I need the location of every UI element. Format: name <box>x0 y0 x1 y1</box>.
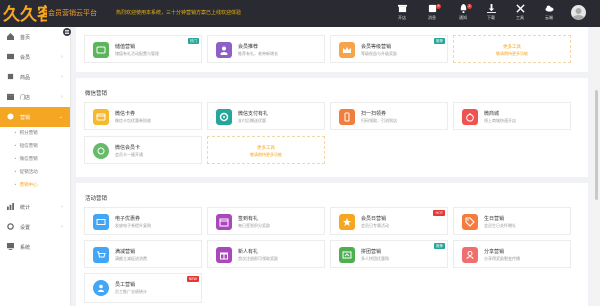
card-wechat-member-card[interactable]: 微信会员卡 会员卡一键开通 <box>84 136 202 164</box>
member-icon <box>7 53 14 60</box>
new-tag: NEW <box>186 276 199 282</box>
crown-icon <box>343 47 351 53</box>
message-badge: 9 <box>436 4 441 9</box>
card-more-tools-wechat[interactable]: 更多工具 敬请期待更多功能 <box>207 136 325 164</box>
stats-icon <box>7 203 14 210</box>
sidebar: 首页 会员 › 商品 › 门店 › 营销 ⌄ 积分营销 短信营销 微信营销 促销… <box>0 27 71 306</box>
chevron-right-icon: › <box>61 54 63 60</box>
sidebar-subitem-points[interactable]: 积分营销 <box>14 130 38 136</box>
settings-icon <box>7 223 14 230</box>
card-full-reduction[interactable]: 满减营销 满额立减促进消费 <box>84 240 202 268</box>
chevron-down-icon: ⌄ <box>58 114 63 120</box>
header-download-button[interactable]: 下载 <box>481 4 501 24</box>
staff-icon <box>98 284 104 292</box>
sidebar-item-shop[interactable]: 门店 › <box>0 87 70 107</box>
home-icon <box>7 33 14 40</box>
card-staff-marketing[interactable]: 员工营销 员工推广业绩统计 NEW <box>84 273 202 303</box>
gear-icon <box>219 112 229 122</box>
top-header: 久久客 会员营销云平台 热烈欢迎使用本系统，三十分钟营销方案已上线欢迎体验 开店… <box>0 0 600 27</box>
notice-marquee[interactable]: 热烈欢迎使用本系统，三十分钟营销方案已上线欢迎体验 <box>116 9 241 16</box>
card-stored-value[interactable]: 储值营销 储值有礼活动配置与管理 热门 <box>84 35 202 63</box>
marketing-icon <box>7 113 14 120</box>
card-level-marketing[interactable]: 会员等级营销 等级权益与升级奖励 推荐 <box>330 35 448 63</box>
goods-icon <box>7 73 14 80</box>
card-scan-coupon[interactable]: 扫一扫领券 扫码领取，引流到店 <box>330 102 448 130</box>
menu-icon <box>65 30 69 34</box>
system-icon <box>7 243 14 250</box>
panel-wechat-marketing: 微信营销 微信卡券 微信卡包优惠券投放 微信支付有礼 支付后赠送优惠 扫一扫领券… <box>76 78 588 177</box>
tools-icon <box>515 4 525 13</box>
notify-badge: 2 <box>467 4 472 9</box>
card-referral[interactable]: 会员推荐 推荐有礼，老带新增长 <box>207 35 325 63</box>
header-tools-button[interactable]: 工具 <box>510 4 530 24</box>
card-share-marketing[interactable]: 分享营销 分享得奖励裂变传播 <box>453 240 571 268</box>
recommend-tag: 推荐 <box>434 38 445 44</box>
sidebar-item-member[interactable]: 会员 › <box>0 47 70 67</box>
card-member-day[interactable]: 会员日营销 会员日专属活动 HOT <box>330 207 448 235</box>
section-title-activity: 活动营销 <box>85 196 108 202</box>
user-plus-icon <box>220 46 228 55</box>
card-icon <box>96 113 106 121</box>
chevron-right-icon: › <box>61 94 63 100</box>
store-icon <box>397 4 407 13</box>
phone-icon <box>344 112 350 122</box>
panel-activity-marketing: 活动营销 电子优惠券 发放电子券提升复购 签到有礼 每日签到积分奖励 会员日营销… <box>76 183 588 306</box>
svg-text:久久客: 久久客 <box>3 4 47 23</box>
sidebar-item-home[interactable]: 首页 <box>0 27 70 47</box>
calendar-icon <box>219 218 229 227</box>
header-message-button[interactable]: 9 消息 <box>422 4 442 24</box>
tag-icon <box>465 217 475 227</box>
cart-icon <box>97 251 106 258</box>
sidebar-item-goods[interactable]: 商品 › <box>0 67 70 87</box>
sidebar-collapse-button[interactable] <box>63 28 71 36</box>
hot-tag: 热门 <box>188 38 199 44</box>
brand-name: 会员营销云平台 <box>48 9 97 17</box>
member-card-icon <box>97 147 105 155</box>
recommend-tag: 推荐 <box>434 243 445 249</box>
card-wechat-pay-gift[interactable]: 微信支付有礼 支付后赠送优惠 <box>207 102 325 130</box>
header-cloud-button[interactable]: 云端 <box>539 4 559 24</box>
apple-icon <box>466 113 474 122</box>
cloud-icon <box>544 5 554 12</box>
card-wechat-coupon[interactable]: 微信卡券 微信卡包优惠券投放 <box>84 102 202 130</box>
chevron-right-icon: › <box>61 74 63 80</box>
chevron-right-icon: › <box>61 224 63 230</box>
logo-icon: 久久客 <box>3 4 47 23</box>
main-content: 储值营销 储值有礼活动配置与管理 热门 会员推荐 推荐有礼，老带新增长 会员等级… <box>72 27 592 306</box>
sidebar-subitem-sms[interactable]: 短信营销 <box>14 143 38 149</box>
sidebar-item-system[interactable]: 系统 <box>0 237 70 257</box>
chevron-right-icon: › <box>61 204 63 210</box>
coupon-icon <box>96 219 106 225</box>
card-e-coupon[interactable]: 电子优惠券 发放电子券提升复购 <box>84 207 202 235</box>
user-avatar[interactable] <box>571 5 586 20</box>
share-icon <box>466 251 474 260</box>
panel-member-marketing: 储值营销 储值有礼活动配置与管理 热门 会员推荐 推荐有礼，老带新增长 会员等级… <box>76 27 588 72</box>
card-group-buy[interactable]: 拼团营销 多人拼团优惠购 推荐 <box>330 240 448 268</box>
shop-icon <box>7 93 14 100</box>
card-newcomer-gift[interactable]: 新人有礼 首次注册即可领取奖励 <box>207 240 325 268</box>
avatar-icon <box>572 8 585 20</box>
sidebar-subitem-center[interactable]: 营销中心 <box>14 182 38 188</box>
sidebar-subitem-promo[interactable]: 促销活动 <box>14 169 38 175</box>
sidebar-item-marketing[interactable]: 营销 ⌄ <box>0 107 70 127</box>
star-icon <box>343 218 351 226</box>
card-micro-mall[interactable]: 微商城 线上商城快速开店 <box>453 102 571 130</box>
wallet-icon <box>96 46 106 54</box>
card-checkin-gift[interactable]: 签到有礼 每日签到积分奖励 <box>207 207 325 235</box>
hot-tag: HOT <box>433 210 445 216</box>
header-notify-button[interactable]: 2 通知 <box>453 4 473 24</box>
group-icon <box>342 251 352 259</box>
scrollbar-thumb[interactable] <box>595 90 598 200</box>
sidebar-subitem-wechat[interactable]: 微信营销 <box>14 156 38 162</box>
card-birthday-marketing[interactable]: 生日营销 会员生日关怀赠礼 <box>453 207 571 235</box>
sidebar-item-settings[interactable]: 设置 › <box>0 217 70 237</box>
sidebar-item-stats[interactable]: 统计 › <box>0 197 70 217</box>
card-more-tools[interactable]: 更多工具 敬请期待更多功能 <box>453 35 571 63</box>
header-store-button[interactable]: 开店 <box>392 4 412 24</box>
download-icon <box>486 4 496 13</box>
section-title-wechat: 微信营销 <box>85 91 108 97</box>
gift-icon <box>220 252 228 260</box>
